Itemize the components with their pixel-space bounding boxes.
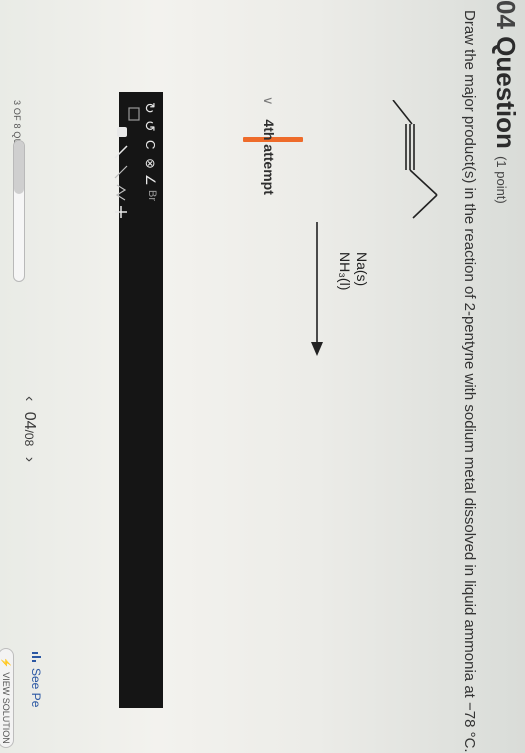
angle-tool-icon[interactable]: ∠ <box>143 174 158 186</box>
bromine-tool[interactable]: Br <box>146 190 158 201</box>
reagent-sodium: Na(s) <box>354 252 370 287</box>
eraser-icon[interactable] <box>101 122 141 142</box>
periodic-table-icon <box>29 652 43 664</box>
redo-icon[interactable]: ↻ <box>142 102 158 114</box>
charge-plus-icon[interactable] <box>101 202 141 222</box>
carbon-tool[interactable]: C <box>143 140 158 149</box>
view-solution-button[interactable]: ⚡ VIEW SOLUTION <box>0 648 14 748</box>
view-solution-label: VIEW SOLUTION <box>1 672 11 744</box>
chevron-down-icon: ∨ <box>261 96 276 106</box>
prev-question-button[interactable]: ‹ <box>21 396 38 401</box>
question-pager: ‹ 04/08 › <box>20 390 38 468</box>
next-question-button[interactable]: › <box>21 457 38 462</box>
reaction-arrow <box>311 222 323 356</box>
question-header: 04 Question (1 point) <box>490 0 521 204</box>
bond-1 <box>392 100 413 125</box>
question-number: 04 <box>491 0 521 29</box>
pager-total: 08 <box>22 432 36 447</box>
undo-icon[interactable]: ↺ <box>142 120 158 132</box>
chain-tool-icon[interactable] <box>101 182 141 202</box>
question-title: Question <box>491 36 521 149</box>
see-periodic-table-link[interactable]: See Pe <box>29 652 43 707</box>
attempt-label: 4th attempt <box>261 119 277 195</box>
single-bond-icon[interactable] <box>101 142 141 162</box>
reagent-ammonia: NH₃(l) <box>337 252 353 291</box>
attempt-toggle[interactable]: ∨ 4th attempt <box>260 96 277 195</box>
bond-3 <box>412 194 438 219</box>
reactant-structure <box>392 100 438 219</box>
progress-bar <box>13 140 25 282</box>
question-prompt: Draw the major product(s) in the reactio… <box>461 10 478 753</box>
question-points: (1 point) <box>494 156 509 204</box>
stage: 04 Question (1 point) Draw the major pro… <box>0 0 525 753</box>
bond-2 <box>409 169 438 196</box>
lightning-icon: ⚡ <box>1 657 11 669</box>
drawing-toolbar: ↻ ↺ C ⊗ ∠ Br <box>114 92 163 708</box>
progress-fill <box>14 141 24 194</box>
selection-tool-icon[interactable] <box>101 104 141 124</box>
delete-atom-icon[interactable]: ⊗ <box>143 158 158 169</box>
wedge-bond-icon[interactable] <box>101 162 141 182</box>
pager-current: 04 <box>21 411 38 430</box>
see-periodic-label: See Pe <box>29 668 43 708</box>
